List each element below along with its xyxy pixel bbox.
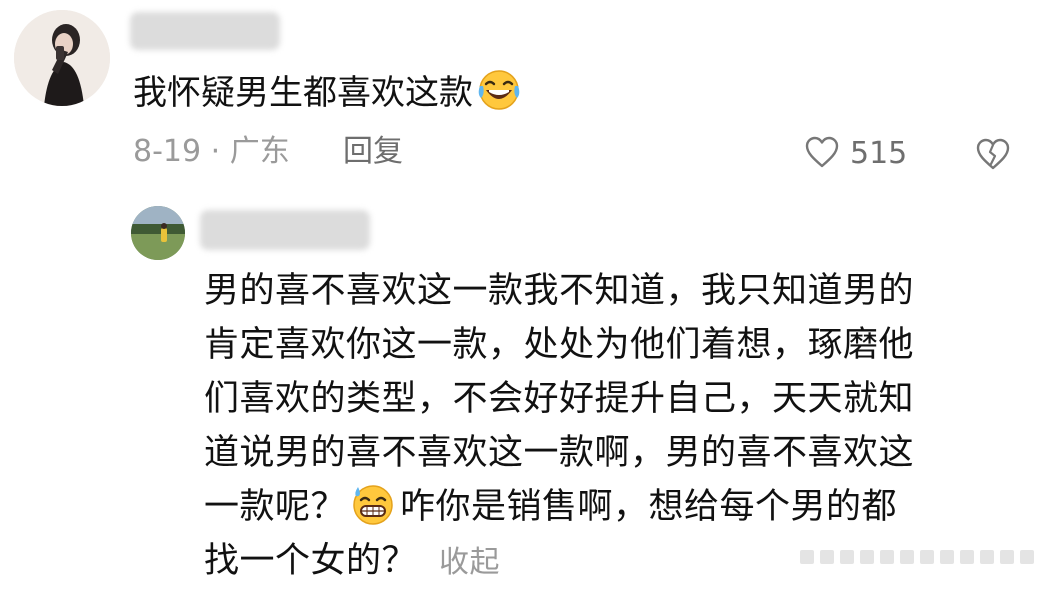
comment-meta: 8-19 · 广东 xyxy=(133,132,290,172)
comment-date-location: 8-19 · 广东 xyxy=(133,134,290,169)
like-count: 515 xyxy=(850,136,908,171)
reply-line: 们喜欢的类型，不会好好提升自己，天天就知 xyxy=(204,379,915,419)
commenter-name-redacted xyxy=(130,12,280,50)
replier-avatar[interactable] xyxy=(131,206,185,260)
reply-line-segment: 咋你是销售啊，想给每个男的都 xyxy=(400,487,898,527)
watermark-logo xyxy=(800,546,1046,568)
reply-button[interactable]: 回复 xyxy=(343,132,403,172)
laughing-crying-emoji-icon xyxy=(477,68,521,112)
like-button[interactable]: 515 xyxy=(804,134,907,174)
reply-line-with-emoji: 一款呢？ 咋你是销售啊，想给每个男的都 xyxy=(204,480,1004,534)
heart-outline-icon xyxy=(804,135,840,173)
reply-line-segment: 一款呢？ xyxy=(204,487,347,527)
replier-name-redacted xyxy=(200,210,370,250)
reply-line-segment: 找一个女的？ xyxy=(204,541,418,581)
reply-line: 肯定喜欢你这一款，处处为他们着想，琢磨他 xyxy=(204,325,915,365)
reply-line: 男的喜不喜欢这一款我不知道，我只知道男的 xyxy=(204,271,915,311)
reply-line: 道说男的喜不喜欢这一款啊，男的喜不喜欢这 xyxy=(204,433,915,473)
reply-text-block: 男的喜不喜欢这一款我不知道，我只知道男的 肯定喜欢你这一款，处处为他们着想，琢磨… xyxy=(204,264,1004,590)
broken-heart-icon[interactable] xyxy=(975,137,1011,171)
collapse-button[interactable]: 收起 xyxy=(439,545,500,580)
comment-text: 我怀疑男生都喜欢这款 xyxy=(133,73,473,113)
comment-text-block: 我怀疑男生都喜欢这款 xyxy=(133,68,521,115)
commenter-avatar[interactable] xyxy=(14,10,110,106)
sweat-smile-emoji-icon xyxy=(350,481,396,527)
